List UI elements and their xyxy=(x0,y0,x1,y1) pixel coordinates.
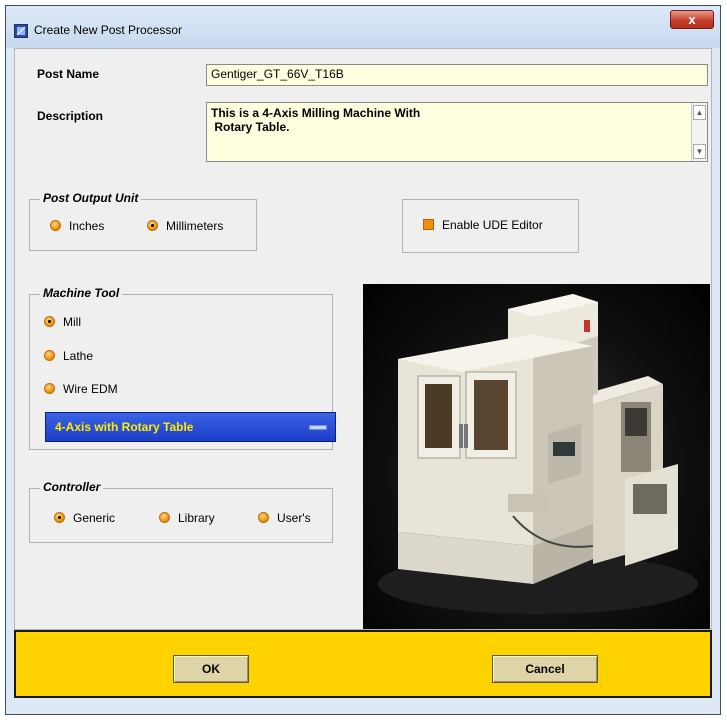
machine-tool-legend: Machine Tool xyxy=(40,286,123,300)
description-line-1: This is a 4-Axis Milling Machine With xyxy=(211,106,421,120)
radio-inches-label: Inches xyxy=(69,219,105,233)
radio-millimeters-label: Millimeters xyxy=(166,219,224,233)
radio-icon xyxy=(54,512,65,523)
radio-users[interactable]: User's xyxy=(258,511,311,525)
machine-tool-group: Machine Tool Mill Lathe Wire EDM 4-Axis … xyxy=(29,286,336,450)
radio-wire-edm-label: Wire EDM xyxy=(63,382,118,396)
dialog-window: Create New Post Processor x Post Name Ge… xyxy=(5,5,721,715)
radio-icon xyxy=(44,383,55,394)
description-textarea[interactable]: This is a 4-Axis Milling Machine With Ro… xyxy=(206,102,708,162)
window-title: Create New Post Processor xyxy=(34,23,183,37)
radio-mill[interactable]: Mill xyxy=(44,315,81,329)
enable-ude-box: Enable UDE Editor xyxy=(402,199,579,253)
radio-lathe[interactable]: Lathe xyxy=(44,349,93,363)
cancel-button[interactable]: Cancel xyxy=(492,655,598,683)
radio-library[interactable]: Library xyxy=(159,511,215,525)
milling-machine-illustration xyxy=(378,294,698,614)
controller-group: Controller Generic Library User's xyxy=(29,480,333,543)
radio-icon xyxy=(258,512,269,523)
post-output-unit-legend: Post Output Unit xyxy=(40,191,142,205)
close-icon: x xyxy=(688,12,696,27)
radio-icon xyxy=(44,316,55,327)
enable-ude-label: Enable UDE Editor xyxy=(442,218,543,232)
radio-icon xyxy=(50,220,61,231)
radio-users-label: User's xyxy=(277,511,311,525)
radio-library-label: Library xyxy=(178,511,215,525)
post-name-label: Post Name xyxy=(37,67,100,81)
radio-wire-edm[interactable]: Wire EDM xyxy=(44,382,118,396)
title-bar[interactable]: Create New Post Processor x xyxy=(6,6,720,48)
radio-icon xyxy=(147,220,158,231)
enable-ude-checkbox[interactable]: Enable UDE Editor xyxy=(423,218,543,232)
dialog-body: Post Name Gentiger_GT_66V_T16B Descripti… xyxy=(14,48,712,630)
radio-icon xyxy=(44,350,55,361)
radio-generic-label: Generic xyxy=(73,511,116,525)
controller-legend: Controller xyxy=(40,480,104,494)
description-scrollbar[interactable]: ▲ ▼ xyxy=(691,103,707,161)
radio-generic[interactable]: Generic xyxy=(54,511,115,525)
radio-millimeters[interactable]: Millimeters xyxy=(147,219,223,233)
post-output-unit-group: Post Output Unit Inches Millimeters xyxy=(29,191,257,251)
close-button[interactable]: x xyxy=(670,10,714,29)
machine-image xyxy=(363,284,710,629)
radio-inches[interactable]: Inches xyxy=(50,219,104,233)
description-line-2: Rotary Table. xyxy=(211,120,290,134)
machine-type-dropdown[interactable]: 4-Axis with Rotary Table xyxy=(45,412,336,442)
checkbox-icon xyxy=(423,219,434,230)
post-builder-icon xyxy=(14,24,28,38)
scroll-up-icon[interactable]: ▲ xyxy=(693,105,706,120)
button-bar: OK Cancel xyxy=(14,630,712,698)
dropdown-indicator-icon xyxy=(309,425,327,430)
ok-button[interactable]: OK xyxy=(173,655,249,683)
radio-mill-label: Mill xyxy=(63,315,81,329)
radio-icon xyxy=(159,512,170,523)
machine-type-value: 4-Axis with Rotary Table xyxy=(55,420,194,434)
post-name-input[interactable]: Gentiger_GT_66V_T16B xyxy=(206,64,708,86)
radio-lathe-label: Lathe xyxy=(63,349,94,363)
scroll-down-icon[interactable]: ▼ xyxy=(693,144,706,159)
description-label: Description xyxy=(37,109,104,123)
